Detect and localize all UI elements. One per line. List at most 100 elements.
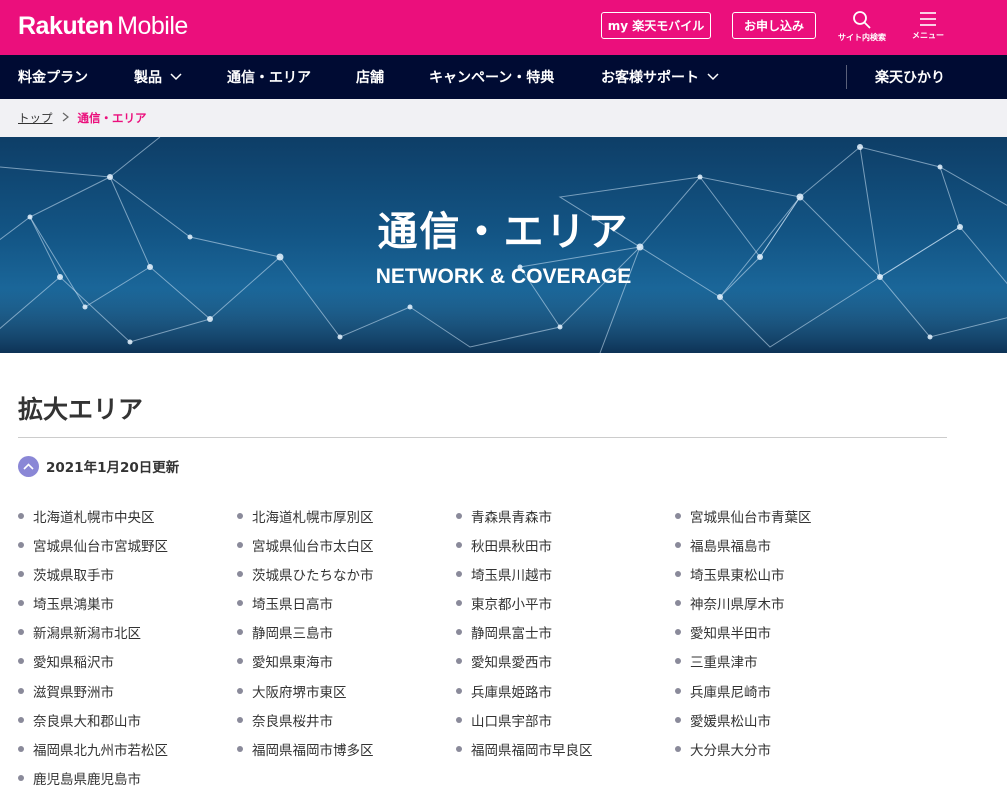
area-list-item: 福岡県福岡市早良区 (456, 735, 675, 764)
breadcrumb-top-link[interactable]: トップ (18, 110, 53, 126)
area-list-item: 福岡県北九州市若松区 (18, 735, 237, 764)
bullet-icon (237, 658, 243, 665)
area-list-item: 滋賀県野洲市 (18, 676, 237, 705)
bullet-icon (675, 746, 681, 752)
area-list-item: 青森県青森市 (456, 501, 675, 530)
breadcrumb: トップ 通信・エリア (0, 99, 1007, 137)
title-divider (18, 437, 947, 438)
area-name: 東京都小平市 (471, 597, 552, 614)
bullet-icon (456, 687, 462, 694)
bullet-icon (18, 570, 24, 577)
area-list-item: 鹿児島県鹿児島市 (18, 764, 237, 793)
nav-item-network[interactable]: 通信・エリア (227, 55, 311, 99)
nav-item-plans[interactable]: 料金プラン (18, 55, 88, 99)
area-name: 宮城県仙台市宮城野区 (33, 538, 168, 555)
nav-divider (846, 65, 847, 89)
area-name: 茨城県取手市 (33, 567, 114, 584)
area-list-item: 福岡県福岡市博多区 (237, 735, 456, 764)
bullet-icon (456, 512, 462, 519)
area-list-item: 宮城県仙台市宮城野区 (18, 530, 237, 559)
area-name: 奈良県大和郡山市 (33, 713, 141, 730)
area-name: 秋田県秋田市 (471, 538, 552, 555)
bullet-icon (675, 570, 681, 577)
area-list-item: 茨城県取手市 (18, 559, 237, 588)
area-accordion-toggle[interactable]: 2021年1月20日更新 (18, 455, 179, 477)
bullet-icon (675, 658, 681, 665)
rakuten-mobile-logo[interactable]: Rakuten Mobile (18, 12, 188, 41)
area-list-item: 茨城県ひたちなか市 (237, 559, 456, 588)
area-list-item: 埼玉県川越市 (456, 559, 675, 588)
area-name: 山口県宇部市 (471, 713, 552, 730)
bullet-icon (18, 716, 24, 723)
area-name: 滋賀県野洲市 (33, 684, 114, 701)
bullet-icon (18, 658, 24, 665)
menu-button[interactable]: メニュー (905, 10, 951, 41)
area-list-item: 埼玉県東松山市 (675, 559, 894, 588)
nav-item-label: 料金プラン (18, 70, 88, 86)
bullet-icon (456, 629, 462, 636)
area-name: 福岡県福岡市博多区 (252, 743, 374, 759)
area-list-item: 奈良県大和郡山市 (18, 705, 237, 734)
area-list-item: 山口県宇部市 (456, 705, 675, 734)
area-name: 神奈川県厚木市 (690, 597, 785, 614)
area-name: 兵庫県姫路市 (471, 684, 552, 701)
area-name: 青森県青森市 (471, 509, 552, 526)
hero-subtitle: NETWORK & COVERAGE (375, 265, 632, 288)
bullet-icon (675, 629, 681, 636)
area-name: 福岡県福岡市早良区 (471, 743, 593, 759)
area-list-item: 福島県福島市 (675, 530, 894, 559)
hero-title: 通信・エリア (377, 209, 630, 255)
area-name: 新潟県新潟市北区 (33, 626, 141, 643)
area-list-item: 大分県大分市 (675, 735, 894, 764)
site-search-button[interactable]: サイト内検索 (834, 10, 890, 43)
bullet-icon (237, 687, 243, 694)
area-list-item: 北海道札幌市中央区 (18, 501, 237, 530)
area-name: 愛媛県松山市 (690, 713, 771, 730)
bullet-icon (456, 746, 462, 752)
area-list-item: 愛知県東海市 (237, 647, 456, 676)
search-icon (834, 10, 890, 30)
area-list-item: 静岡県三島市 (237, 618, 456, 647)
area-name: 北海道札幌市中央区 (33, 509, 155, 526)
bullet-icon (456, 570, 462, 577)
bullet-icon (456, 658, 462, 665)
bullet-icon (675, 687, 681, 694)
area-list-item: 秋田県秋田市 (456, 530, 675, 559)
area-list-item: 埼玉県日高市 (237, 589, 456, 618)
bullet-icon (456, 541, 462, 548)
area-list-item: 宮城県仙台市青葉区 (675, 501, 894, 530)
nav-item-products[interactable]: 製品 (134, 55, 182, 99)
bullet-icon (456, 600, 462, 607)
nav-item-hikari[interactable]: 楽天ひかり (875, 55, 945, 99)
nav-item-shops[interactable]: 店舗 (356, 55, 384, 99)
bullet-icon (237, 629, 243, 636)
nav-item-label: キャンペーン・特典 (429, 70, 555, 86)
bullet-icon (237, 746, 243, 752)
bullet-icon (18, 600, 24, 607)
nav-item-label: 楽天ひかり (875, 70, 945, 86)
chevron-right-icon (62, 112, 69, 125)
bullet-icon (237, 716, 243, 723)
apply-button[interactable]: お申し込み (732, 12, 816, 39)
bullet-icon (675, 512, 681, 519)
area-list-item: 愛知県半田市 (675, 618, 894, 647)
my-rakuten-mobile-button[interactable]: my 楽天モバイル (601, 12, 711, 39)
bullet-icon (237, 541, 243, 548)
update-date-label: 2021年1月20日更新 (46, 460, 180, 476)
nav-item-campaigns[interactable]: キャンペーン・特典 (429, 55, 554, 99)
global-nav: 料金プラン 製品 通信・エリア 店舗 キャンペーン・特典 お客様サポート 楽天ひ… (0, 55, 1007, 99)
area-list-item: 愛知県愛西市 (456, 647, 675, 676)
area-name: 奈良県桜井市 (252, 713, 333, 730)
hero-banner: 通信・エリア NETWORK & COVERAGE (0, 137, 1007, 353)
bullet-icon (18, 512, 24, 519)
nav-item-support[interactable]: お客様サポート (601, 55, 719, 99)
area-list-item: 北海道札幌市厚別区 (237, 501, 456, 530)
bullet-icon (675, 600, 681, 607)
nav-item-label: 製品 (134, 70, 162, 86)
bullet-icon (18, 629, 24, 636)
bullet-icon (18, 775, 24, 782)
nav-item-label: 店舗 (356, 70, 384, 86)
bullet-icon (237, 570, 243, 577)
nav-item-label: 通信・エリア (227, 70, 311, 86)
area-name: 埼玉県日高市 (252, 597, 333, 614)
